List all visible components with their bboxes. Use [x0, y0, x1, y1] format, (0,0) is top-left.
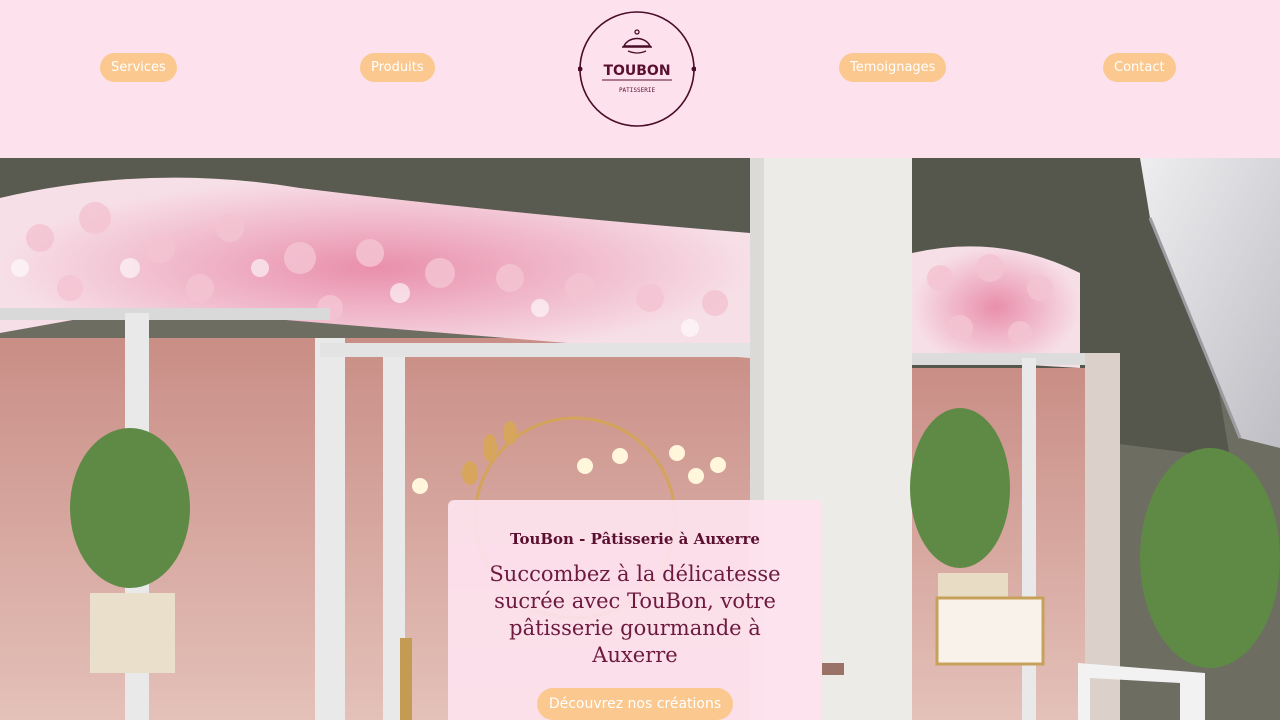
nav-services-button[interactable]: Services — [100, 53, 177, 82]
hero-title: TouBon - Pâtisserie à Auxerre — [510, 530, 760, 548]
nav-contact-button[interactable]: Contact — [1103, 53, 1176, 82]
hero-tagline: Succombez à la délicatesse sucrée avec T… — [489, 562, 781, 667]
logo-subtitle: PATISSERIE — [619, 87, 656, 94]
cloche-icon — [622, 29, 652, 54]
discover-creations-button[interactable]: Découvrez nos créations — [537, 688, 733, 720]
nav-temoignages-button[interactable]: Temoignages — [839, 53, 947, 82]
site-header: Services Produits TOUBON PATISSERIE Temo… — [0, 0, 1280, 158]
hero-card: TouBon - Pâtisserie à Auxerre Succombez … — [448, 500, 822, 720]
toubon-logo[interactable]: TOUBON PATISSERIE — [577, 10, 697, 128]
hero-section: TouBon - Pâtisserie à Auxerre Succombez … — [0, 158, 1280, 720]
logo-brand: TOUBON — [603, 63, 670, 79]
nav-produits-button[interactable]: Produits — [360, 53, 435, 82]
